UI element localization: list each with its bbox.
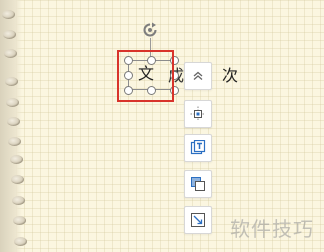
- highlight-annotation: [117, 50, 174, 102]
- binding-hole: [11, 175, 24, 184]
- align-button[interactable]: [184, 100, 212, 128]
- text-wrap-icon: [190, 140, 206, 156]
- layer-order-icon: [190, 176, 206, 192]
- notebook-binding: [0, 0, 27, 252]
- binding-hole: [2, 10, 15, 19]
- crop-resize-icon: [190, 212, 206, 228]
- binding-hole: [10, 155, 23, 164]
- rotate-handle-icon[interactable]: [142, 22, 158, 38]
- text-wrap-button[interactable]: [184, 134, 212, 162]
- binding-hole: [8, 137, 21, 146]
- watermark-text: 软件技巧: [230, 217, 314, 241]
- binding-hole: [7, 117, 20, 126]
- binding-hole: [13, 216, 26, 225]
- binding-hole: [14, 237, 27, 246]
- binding-hole: [4, 49, 17, 58]
- slide-text-trailing: 次: [222, 66, 239, 85]
- collapse-toolbar-button[interactable]: [184, 62, 212, 90]
- binding-hole: [12, 196, 25, 205]
- layer-order-button[interactable]: [184, 170, 212, 198]
- crop-resize-button[interactable]: [184, 206, 212, 234]
- binding-hole: [3, 30, 16, 39]
- binding-hole: [5, 77, 18, 86]
- double-chevron-up-icon: [191, 69, 205, 83]
- slide-canvas[interactable]: 成 次 文: [0, 0, 324, 252]
- align-center-icon: [190, 106, 206, 122]
- binding-hole: [6, 98, 19, 107]
